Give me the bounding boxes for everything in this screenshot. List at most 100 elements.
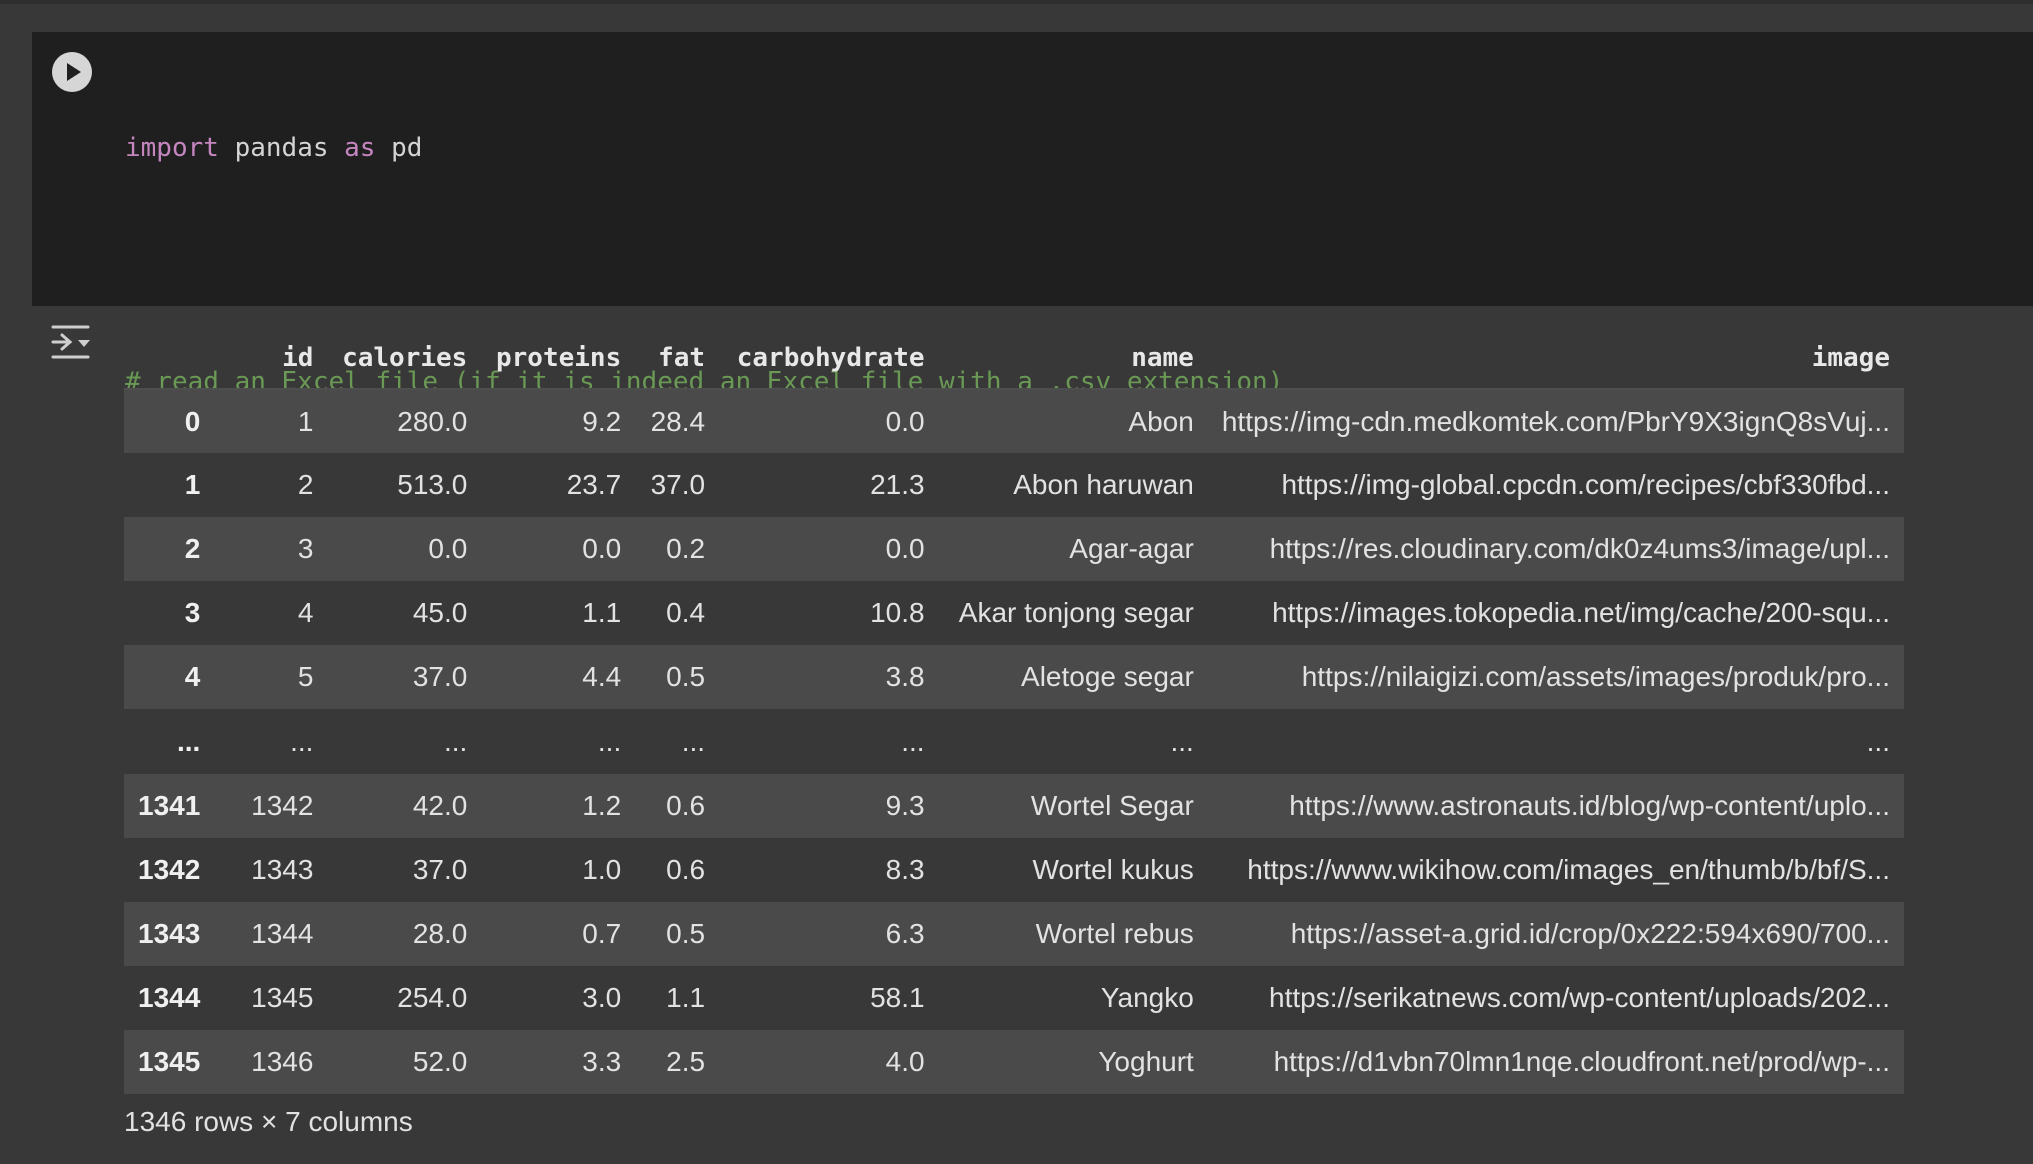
cell-fat: 1.1: [666, 982, 706, 1013]
code-line-blank-1: [125, 246, 1283, 285]
cell-fat: 2.5: [666, 1046, 706, 1077]
cell-fat: 28.4: [650, 405, 706, 437]
cell-proteins: 3.0: [582, 982, 622, 1013]
table-row: 3 4 45.0 1.1 0.4 10.8 Akar tonjong segar…: [124, 581, 1904, 645]
cell-fat: 0.5: [666, 918, 706, 949]
table-row: 1343 1344 28.0 0.7 0.5 6.3 Wortel rebus …: [124, 902, 1904, 966]
cell-carbohydrate: 9.3: [885, 790, 925, 821]
row-index: 1344: [138, 982, 201, 1013]
run-cell-button[interactable]: [52, 52, 92, 92]
cell-name: Agar-agar: [1069, 533, 1194, 564]
row-index: 1345: [138, 1046, 201, 1077]
cell-image: https://nilaigizi.com/assets/images/prod…: [1301, 661, 1890, 692]
table-row: 1344 1345 254.0 3.0 1.1 58.1 Yangko http…: [124, 966, 1904, 1030]
cell-id: 1346: [251, 1046, 314, 1077]
module-name: pandas: [218, 133, 345, 163]
cell-image: https://www.wikihow.com/images_en/thumb/…: [1247, 854, 1890, 885]
column-header-id: id: [214, 328, 328, 390]
row-index: 3: [184, 597, 201, 628]
cell-carbohydrate: 58.1: [870, 982, 925, 1013]
cell-name: Yoghurt: [1098, 1046, 1194, 1077]
cell-proteins: 4.4: [582, 661, 622, 692]
cell-name: Aletoge segar: [1021, 661, 1194, 692]
cell-proteins: 3.3: [582, 1046, 622, 1077]
cell-id: 1345: [251, 982, 314, 1013]
cell-fat: 0.2: [666, 533, 706, 564]
table-row: 0 1 280.0 9.2 28.4 0.0 Abon https://img-…: [124, 389, 1904, 453]
cell-proteins: 1.2: [582, 790, 622, 821]
cell-image: ...: [1866, 725, 1890, 757]
cell-proteins: 1.1: [582, 597, 622, 628]
cell-calories: 37.0: [412, 854, 468, 885]
row-index: 1342: [138, 854, 201, 885]
code-line-1: import pandas as pd: [125, 129, 1283, 168]
cell-calories: 42.0: [412, 790, 468, 821]
cell-image: https://res.cloudinary.com/dk0z4ums3/ima…: [1269, 533, 1890, 564]
cell-proteins: 9.2: [582, 405, 622, 437]
row-index: 1341: [138, 790, 201, 821]
table-row: 1 2 513.0 23.7 37.0 21.3 Abon haruwan ht…: [124, 453, 1904, 517]
cell-name: Abon: [1128, 405, 1194, 437]
cell-name: Wortel kukus: [1032, 854, 1194, 885]
table-header-row: id calories proteins fat carbohydrate na…: [124, 328, 1904, 390]
cell-name: Yangko: [1100, 982, 1194, 1013]
table-row: 4 5 37.0 4.4 0.5 3.8 Aletoge segar https…: [124, 645, 1904, 709]
row-index: 2: [184, 533, 201, 564]
row-index: 1343: [138, 918, 201, 949]
column-header-image: image: [1207, 328, 1904, 390]
cell-carbohydrate: 21.3: [870, 469, 925, 500]
column-header-name: name: [938, 328, 1208, 390]
cell-image: https://img-cdn.medkomtek.com/PbrY9X3ign…: [1221, 405, 1890, 437]
cell-name: Akar tonjong segar: [958, 597, 1194, 628]
column-header-proteins: proteins: [481, 328, 636, 390]
cell-id: 1343: [251, 854, 314, 885]
row-index: 4: [184, 661, 201, 692]
cell-carbohydrate: 8.3: [885, 854, 925, 885]
cell-name: Wortel rebus: [1035, 918, 1194, 949]
output-actions-button[interactable]: [50, 322, 94, 362]
cell-calories: 28.0: [412, 918, 468, 949]
cell-image: https://d1vbn70lmn1nqe.cloudfront.net/pr…: [1273, 1046, 1890, 1077]
cell-id: 4: [297, 597, 314, 628]
cell-calories: 254.0: [397, 982, 468, 1013]
cell-image: https://www.astronauts.id/blog/wp-conten…: [1289, 790, 1890, 821]
cell-id: 3: [297, 533, 314, 564]
cell-id: ...: [290, 725, 314, 757]
cell-calories: ...: [443, 725, 468, 757]
cell-image: https://serikatnews.com/wp-content/uploa…: [1269, 982, 1890, 1013]
cell-name: Wortel Segar: [1030, 790, 1194, 821]
play-circle-icon: [53, 53, 91, 91]
cell-carbohydrate: 10.8: [870, 597, 925, 628]
cell-name: Abon haruwan: [1013, 469, 1194, 500]
keyword-as: as: [344, 133, 376, 163]
cell-calories: 45.0: [412, 597, 468, 628]
output-actions-icon: [51, 325, 90, 359]
dataframe-shape-label: 1346 rows × 7 columns: [124, 1106, 413, 1137]
cell-fat: ...: [681, 725, 706, 757]
cell-id: 1: [297, 405, 314, 437]
cell-calories: 52.0: [412, 1046, 468, 1077]
table-row: 1342 1343 37.0 1.0 0.6 8.3 Wortel kukus …: [124, 838, 1904, 902]
cell-fat: 0.6: [666, 790, 706, 821]
cell-carbohydrate: ...: [901, 725, 925, 757]
cell-id: 5: [297, 661, 314, 692]
cell-fat: 37.0: [650, 469, 706, 500]
cell-proteins: 0.0: [582, 533, 622, 564]
keyword-import: import: [125, 133, 219, 163]
row-index: 0: [184, 405, 201, 437]
table-row: 1341 1342 42.0 1.2 0.6 9.3 Wortel Segar …: [124, 774, 1904, 838]
cell-image: https://images.tokopedia.net/img/cache/2…: [1272, 597, 1890, 628]
cell-carbohydrate: 3.8: [885, 661, 925, 692]
module-alias: pd: [375, 133, 423, 163]
cell-carbohydrate: 0.0: [885, 533, 925, 564]
cell-image: https://asset-a.grid.id/crop/0x222:594x6…: [1290, 918, 1890, 949]
table-row: 2 3 0.0 0.0 0.2 0.0 Agar-agar https://re…: [124, 517, 1904, 581]
cell-id: 2: [297, 469, 314, 500]
column-header-calories: calories: [327, 328, 482, 390]
cell-carbohydrate: 0.0: [885, 405, 925, 437]
row-index: 1: [184, 469, 201, 500]
cell-proteins: 0.7: [582, 918, 622, 949]
column-header-index: [124, 328, 215, 390]
cell-fat: 0.4: [666, 597, 706, 628]
column-header-carbohydrate: carbohydrate: [719, 328, 939, 390]
